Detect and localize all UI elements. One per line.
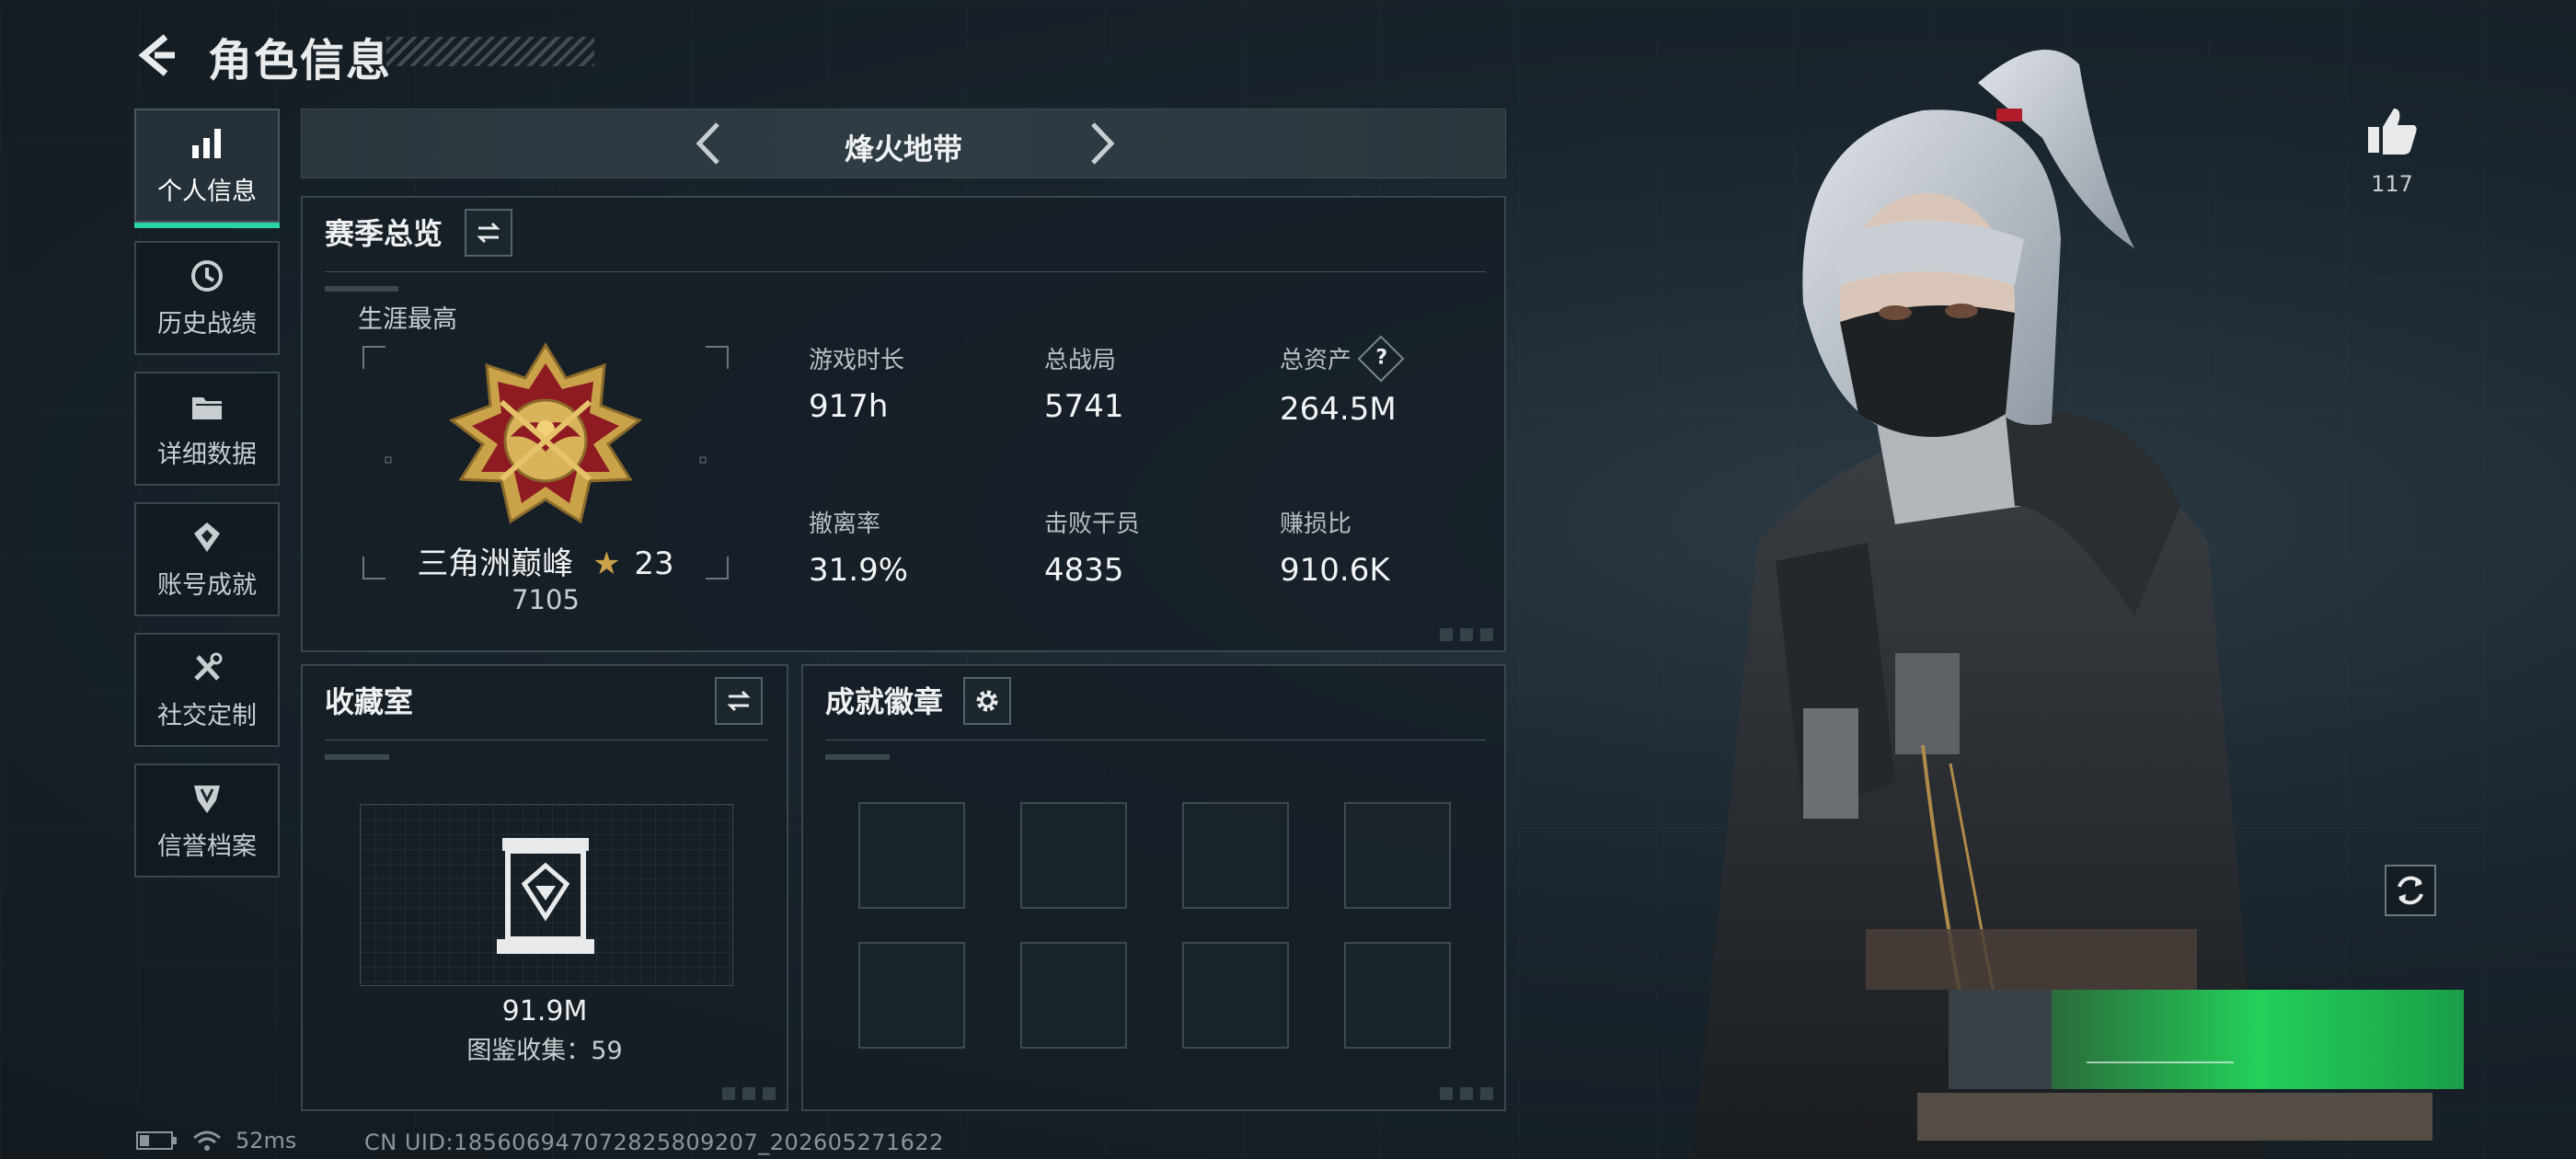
ping-value: 52ms <box>236 1128 297 1153</box>
stat-operators-defeated: 击败干员 4835 <box>1044 505 1140 589</box>
stat-value: 31.9% <box>809 552 909 589</box>
badge-slot[interactable] <box>1344 942 1451 1049</box>
back-arrow-icon[interactable] <box>131 28 186 83</box>
panel-corner-decoration <box>1440 1087 1495 1100</box>
tools-icon <box>194 652 223 681</box>
stat-total-matches: 总战局 5741 <box>1044 341 1124 425</box>
rank-score: 7105 <box>512 584 580 615</box>
stat-label: 游戏时长 <box>809 347 905 374</box>
collection-value: 91.9M <box>501 995 588 1027</box>
collection-panel[interactable]: 收藏室 91.9M 图鉴收集：59 <box>301 664 788 1111</box>
stat-total-assets: 总资产? 264.5M <box>1280 335 1405 428</box>
stat-extraction-rate: 撤离率 31.9% <box>809 505 908 589</box>
rank-name-row: 三角洲巅峰 ★ 23 <box>303 538 788 583</box>
swap-icon <box>477 222 500 244</box>
stat-value: 910.6K <box>1280 552 1390 589</box>
map-selector: 烽火地带 <box>301 109 1506 178</box>
sidebar-item-label: 个人信息 <box>157 177 257 206</box>
stat-value: 264.5M <box>1280 390 1397 428</box>
badge-slot[interactable] <box>858 802 965 909</box>
achievements-title: 成就徽章 <box>825 684 944 719</box>
sidebar-item-label: 详细数据 <box>157 440 257 469</box>
achievement-badge-icon <box>194 522 220 552</box>
star-icon: ★ <box>592 545 621 582</box>
sidebar-item-history[interactable]: 历史战绩 <box>134 241 280 355</box>
stat-label: 总资产 <box>1280 347 1352 374</box>
swap-icon <box>727 690 751 712</box>
stat-value: 4835 <box>1044 552 1124 589</box>
season-switch-button[interactable] <box>465 209 512 257</box>
chevron-right-icon[interactable] <box>1075 117 1128 170</box>
stat-label: 赚损比 <box>1280 511 1352 538</box>
collection-switch-button[interactable] <box>715 677 763 725</box>
panel-corner-decoration <box>722 1087 777 1100</box>
sidebar-item-personal-info[interactable]: 个人信息 <box>134 109 280 228</box>
stat-label: 击败干员 <box>1044 511 1141 538</box>
status-bar: 52ms <box>136 1128 296 1153</box>
thumbs-up-icon[interactable] <box>2364 103 2420 158</box>
folder-icon <box>192 396 222 419</box>
sidebar-item-social-custom[interactable]: 社交定制 <box>134 633 280 747</box>
sidebar-item-reputation[interactable]: 信誉档案 <box>134 763 280 878</box>
badge-slot[interactable] <box>858 942 965 1049</box>
help-icon[interactable]: ? <box>1357 335 1405 382</box>
gear-icon <box>976 690 998 712</box>
panel-corner-decoration <box>1440 628 1495 641</box>
badge-slot[interactable] <box>1182 942 1289 1049</box>
display-case-icon <box>497 838 594 954</box>
promo-banner[interactable] <box>1866 929 2464 1141</box>
refresh-button[interactable] <box>2385 865 2436 916</box>
rank-stars: 23 <box>634 545 674 582</box>
title-decoration <box>386 37 594 66</box>
sidebar-item-label: 社交定制 <box>157 701 257 730</box>
user-uid: CN UID:185606947072825809207_20260527162… <box>364 1130 944 1155</box>
stat-value: 917h <box>809 388 889 425</box>
badge-slot[interactable] <box>1182 802 1289 909</box>
stat-profit-loss-ratio: 赚损比 910.6K <box>1280 505 1390 589</box>
achievement-settings-button[interactable] <box>963 677 1011 725</box>
stat-label: 总战局 <box>1044 347 1117 374</box>
like-count: 117 <box>2371 171 2413 197</box>
battery-icon <box>136 1131 177 1150</box>
wifi-icon <box>193 1130 221 1151</box>
sidebar-item-label: 历史战绩 <box>157 309 257 339</box>
page-title: 角色信息 <box>208 35 393 86</box>
career-best-label: 生涯最高 <box>358 305 457 334</box>
sidebar-item-detailed-data[interactable]: 详细数据 <box>134 372 280 486</box>
rank-name: 三角洲巅峰 <box>417 545 574 582</box>
sidebar-item-label: 信誉档案 <box>157 832 257 861</box>
refresh-icon <box>2398 876 2423 905</box>
shield-emblem-icon <box>194 785 220 813</box>
badge-slot[interactable] <box>1020 942 1127 1049</box>
season-overview-panel: 赛季总览 生涯最高 三角洲巅峰 ★ 23 7105 游戏时长 917h 总战局 <box>301 196 1506 652</box>
collection-display <box>360 804 733 986</box>
bar-chart-icon <box>192 128 221 158</box>
map-name: 烽火地带 <box>844 132 962 166</box>
rank-medal-icon <box>448 342 643 524</box>
season-overview-title: 赛季总览 <box>325 216 443 251</box>
badge-slot[interactable] <box>1020 802 1127 909</box>
sidebar-item-label: 账号成就 <box>157 570 257 600</box>
collection-title: 收藏室 <box>325 684 414 719</box>
history-clock-icon <box>191 259 223 292</box>
stat-play-time: 游戏时长 917h <box>809 341 904 425</box>
sidebar-item-account-achievements[interactable]: 账号成就 <box>134 502 280 616</box>
badge-slot[interactable] <box>1344 802 1451 909</box>
collection-count: 图鉴收集：59 <box>466 1037 623 1065</box>
stat-value: 5741 <box>1044 388 1124 425</box>
achievement-badges-panel: 成就徽章 <box>801 664 1506 1111</box>
stat-label: 撤离率 <box>809 511 881 538</box>
